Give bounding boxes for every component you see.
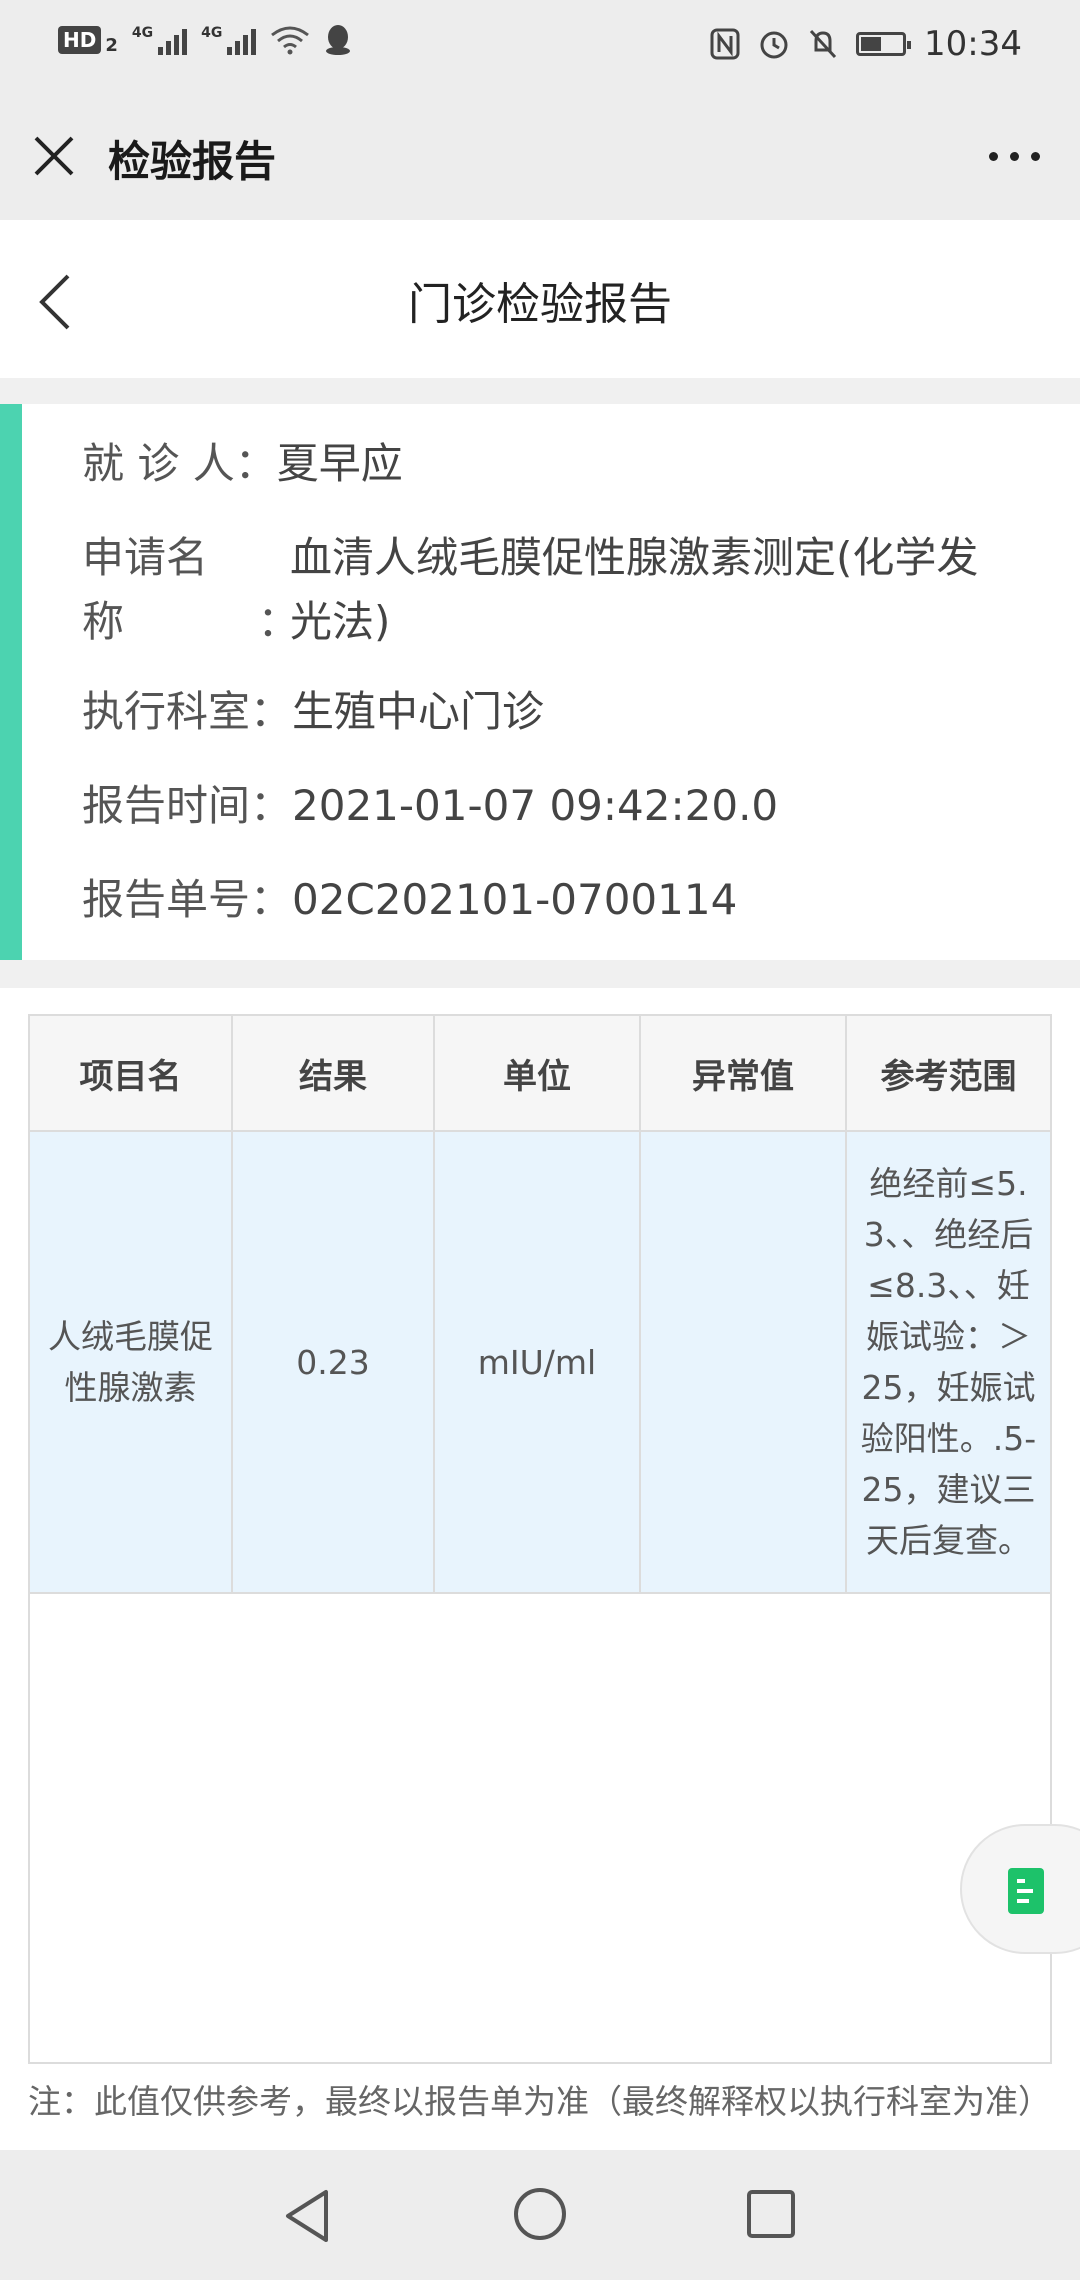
report-time-value: 2021-01-07 09:42:20.0 bbox=[292, 781, 779, 830]
dept-value: 生殖中心门诊 bbox=[292, 687, 545, 736]
page-title: 门诊检验报告 bbox=[408, 279, 672, 330]
request-value: 血清人绒毛膜促性腺激素测定(化学发 bbox=[290, 533, 979, 582]
cell-item: 人绒毛膜促性腺激素 bbox=[30, 1131, 233, 1594]
hd-badge: HD bbox=[58, 26, 102, 54]
patient-value: 夏早应 bbox=[276, 439, 403, 488]
report-time-label: 报告时间： bbox=[82, 781, 293, 830]
report-info-card: 就 诊 人：夏早应 申请名 血清人绒毛膜促性腺激素测定(化学发 称 ：光法) 执行… bbox=[0, 404, 1080, 960]
nav-home-icon[interactable] bbox=[512, 2186, 568, 2242]
column-header-result: 结果 bbox=[232, 1016, 435, 1132]
report-no-value: 02C202101-0700114 bbox=[292, 875, 738, 924]
column-header-unit: 单位 bbox=[434, 1016, 641, 1132]
clock: 10:34 bbox=[924, 24, 1022, 64]
close-icon[interactable] bbox=[32, 134, 76, 178]
divider bbox=[0, 960, 1080, 988]
request-row-1: 申请名 血清人绒毛膜促性腺激素测定(化学发 bbox=[82, 526, 978, 590]
status-right-icons: 10:34 bbox=[710, 24, 1022, 64]
window-title: 检验报告 bbox=[108, 137, 277, 186]
request-label: 申请名 bbox=[82, 533, 209, 582]
report-no-label: 报告单号： bbox=[82, 875, 293, 924]
battery-icon bbox=[856, 32, 912, 56]
patient-row: 就 诊 人：夏早应 bbox=[82, 432, 403, 496]
cell-result: 0.23 bbox=[232, 1131, 435, 1594]
nav-back-icon[interactable] bbox=[280, 2186, 340, 2246]
status-bar: HD 2 4G 4G 10:34 bbox=[0, 0, 1080, 92]
hd-sub: 2 bbox=[105, 34, 118, 56]
accent-bar bbox=[0, 404, 22, 960]
page-header: 门诊检验报告 bbox=[0, 220, 1080, 378]
column-header-reference: 参考范围 bbox=[846, 1016, 1050, 1132]
column-header-item: 项目名 bbox=[30, 1016, 233, 1132]
floating-document-button[interactable] bbox=[960, 1824, 1080, 1954]
wifi-icon bbox=[271, 26, 310, 55]
disclaimer-note: 注：此值仅供参考，最终以报告单为准（最终解释权以执行科室为准） bbox=[28, 2082, 1051, 2121]
divider bbox=[0, 378, 1080, 404]
request-value-cont: 光法) bbox=[290, 597, 391, 646]
status-left-icons: HD 2 4G 4G bbox=[58, 24, 352, 56]
report-time-row: 报告时间：2021-01-07 09:42:20.0 bbox=[82, 774, 778, 838]
alarm-icon bbox=[760, 31, 788, 59]
signal-icon: 4G bbox=[132, 25, 188, 55]
results-table: 项目名 结果 单位 异常值 参考范围 人绒毛膜促性腺激素 0.23 mIU/ml… bbox=[28, 1014, 1052, 2064]
column-header-abnormal: 异常值 bbox=[640, 1016, 847, 1132]
qq-icon bbox=[326, 25, 351, 55]
mute-icon bbox=[809, 29, 837, 59]
cell-unit: mIU/ml bbox=[434, 1131, 641, 1594]
table-header-row: 项目名 结果 单位 异常值 参考范围 bbox=[30, 1016, 1050, 1132]
signal-icon: 4G bbox=[201, 25, 257, 55]
table-row[interactable]: 人绒毛膜促性腺激素 0.23 mIU/ml 绝经前≤5.3、、绝经后≤8.3、、… bbox=[30, 1131, 1050, 1594]
cell-reference: 绝经前≤5.3、、绝经后≤8.3、、妊娠试验：＞25，妊娠试验阳性。.5-25，… bbox=[846, 1131, 1050, 1594]
report-no-row: 报告单号：02C202101-0700114 bbox=[82, 868, 737, 932]
system-nav-bar bbox=[0, 2150, 1080, 2280]
dept-label: 执行科室： bbox=[82, 687, 293, 736]
more-icon[interactable] bbox=[989, 152, 1040, 161]
nav-recent-icon[interactable] bbox=[745, 2188, 797, 2240]
dept-row: 执行科室：生殖中心门诊 bbox=[82, 680, 544, 744]
request-row-2: 称 ：光法) bbox=[82, 590, 390, 654]
cell-abnormal bbox=[640, 1131, 847, 1594]
title-bar: 检验报告 bbox=[0, 92, 1080, 220]
document-icon bbox=[1008, 1868, 1044, 1914]
nfc-icon bbox=[710, 28, 740, 60]
patient-label: 就 诊 人： bbox=[82, 439, 277, 488]
request-label-cont: 称 ： bbox=[82, 597, 300, 646]
